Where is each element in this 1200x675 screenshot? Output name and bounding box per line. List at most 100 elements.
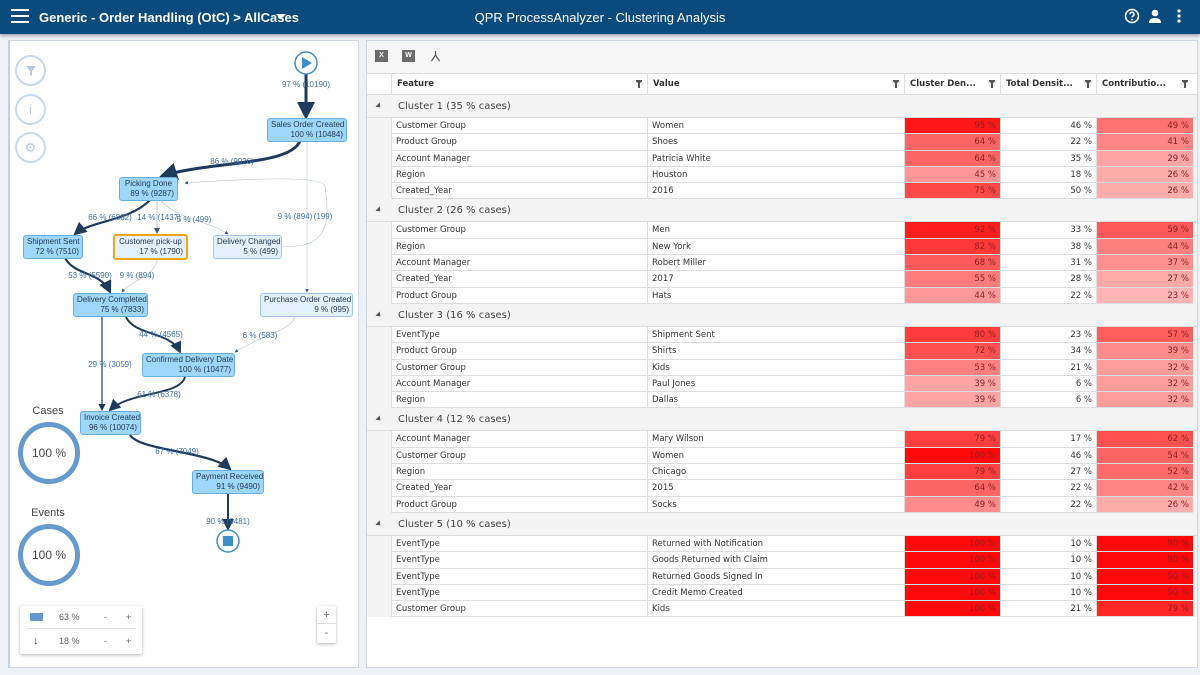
table-row[interactable]: Account Manager Mary Wilson 79 % 17 % 62 % [367, 431, 1197, 448]
filter-icon[interactable] [636, 80, 642, 88]
table-row[interactable]: EventType Credit Memo Created 100 % 10 % 90 … [367, 584, 1197, 602]
table-row[interactable]: Account Manager Robert Miller 68 % 31 % 37 % [367, 255, 1197, 272]
collapse-icon[interactable] [375, 415, 383, 423]
menu-icon[interactable] [11, 9, 29, 23]
table-row[interactable]: Created_Year 2017 55 % 28 % 27 % [367, 271, 1197, 288]
activity-name: Confirmed Delivery Date [146, 355, 234, 364]
excel-export-icon[interactable]: X [375, 50, 388, 62]
filter-icon[interactable] [1085, 80, 1091, 88]
table-row[interactable]: Customer Group Kids 100 % 21 % 79 % [367, 601, 1197, 618]
table-row[interactable]: Product Group Hats 44 % 22 % 23 % [367, 287, 1197, 304]
contribution-cell: 52 % [1096, 464, 1193, 481]
table-row[interactable]: Region Houston 45 % 18 % 26 % [367, 166, 1197, 184]
feature-cell: Customer Group [391, 359, 647, 376]
total-density-cell: 10 % [1000, 552, 1096, 569]
column-header[interactable]: Total Densit... [1000, 74, 1096, 95]
table-row[interactable]: Customer Group Men 92 % 33 % 59 % [367, 222, 1197, 239]
zoom-out-button[interactable]: - [317, 624, 336, 642]
value-cell: Kids [647, 601, 904, 618]
cluster-group-row[interactable]: Cluster 3 (16 % cases) [367, 303, 1197, 327]
activity-plus-button[interactable]: + [126, 606, 131, 629]
column-header[interactable]: Feature [391, 74, 647, 95]
cluster-group-row[interactable]: Cluster 5 (10 % cases) [367, 512, 1197, 536]
collapse-icon[interactable] [375, 520, 383, 528]
table-row[interactable]: Customer Group Women 95 % 46 % 49 % [367, 118, 1197, 135]
table-row[interactable]: Product Group Socks 49 % 22 % 26 % [367, 496, 1197, 513]
filter-icon[interactable] [893, 80, 899, 88]
total-density-cell: 10 % [1000, 568, 1096, 585]
activity-node[interactable]: Invoice Created 96 % (10074) [80, 411, 141, 435]
column-header[interactable]: Cluster Den... [904, 74, 1000, 95]
filter-icon[interactable] [15, 55, 46, 86]
table-row[interactable]: Account Manager Paul Jones 39 % 6 % 32 % [367, 375, 1197, 393]
cluster-density-cell: 95 % [904, 118, 1000, 135]
activity-node[interactable]: Confirmed Delivery Date 100 % (10477) [142, 353, 235, 377]
feature-cell: Created_Year [391, 183, 647, 200]
table-row[interactable]: Product Group Shoes 64 % 22 % 41 % [367, 134, 1197, 151]
pdf-export-icon[interactable] [429, 50, 442, 62]
table-row[interactable]: Region Chicago 79 % 27 % 52 % [367, 464, 1197, 481]
cluster-label: Cluster 5 (10 % cases) [398, 518, 511, 530]
feature-cell: Customer Group [391, 222, 647, 239]
flow-arrow-icon: ↓ [33, 635, 39, 647]
table-row[interactable]: Created_Year 2016 75 % 50 % 26 % [367, 183, 1197, 200]
more-vertical-icon[interactable] [1171, 8, 1187, 24]
help-icon[interactable] [1124, 8, 1140, 24]
word-export-icon[interactable]: W [402, 50, 415, 62]
flow-plus-button[interactable]: + [126, 630, 131, 653]
activity-name: Delivery Completed [77, 295, 147, 304]
contribution-cell: 26 % [1096, 183, 1193, 200]
info-icon[interactable]: i [15, 94, 46, 125]
activity-node[interactable]: Shipment Sent 72 % (7510) [23, 235, 83, 259]
activity-node[interactable]: Delivery Completed 75 % (7833) [73, 293, 148, 317]
activity-node[interactable]: Purchase Order Created 9 % (995) [260, 293, 353, 317]
cluster-density-cell: 39 % [904, 392, 1000, 409]
cluster-label: Cluster 3 (16 % cases) [398, 309, 511, 321]
filter-icon[interactable] [989, 80, 995, 88]
collapse-icon[interactable] [375, 311, 383, 319]
zoom-in-button[interactable]: + [317, 606, 336, 624]
table-row[interactable]: EventType Returned with Notification 100 %… [367, 535, 1197, 553]
table-row[interactable]: Region New York 82 % 38 % 44 % [367, 238, 1197, 256]
cluster-density-cell: 53 % [904, 359, 1000, 376]
cluster-group-row[interactable]: Cluster 2 (26 % cases) [367, 199, 1197, 223]
chevron-down-icon[interactable] [276, 14, 286, 19]
table-row[interactable]: Product Group Shirts 72 % 34 % 39 % [367, 343, 1197, 360]
activity-node[interactable]: Picking Done 89 % (9287) [119, 177, 178, 201]
activity-minus-button[interactable]: - [104, 606, 107, 629]
contribution-cell: 37 % [1096, 255, 1193, 272]
value-cell: Women [647, 118, 904, 135]
flow-minus-button[interactable]: - [104, 630, 107, 653]
table-row[interactable]: Region Dallas 39 % 6 % 32 % [367, 392, 1197, 409]
table-row[interactable]: EventType Goods Returned with Claim 100 % 1… [367, 552, 1197, 569]
table-row[interactable]: Created_Year 2015 64 % 22 % 42 % [367, 480, 1197, 497]
feature-cell: Product Group [391, 496, 647, 513]
settings-gear-icon[interactable]: ⚙ [15, 132, 46, 163]
user-icon[interactable] [1147, 8, 1163, 24]
cluster-group-row[interactable]: Cluster 4 (12 % cases) [367, 408, 1197, 432]
collapse-icon[interactable] [375, 206, 383, 215]
table-row[interactable]: EventType Shipment Sent 80 % 23 % 57 % [367, 326, 1197, 344]
collapse-icon[interactable] [375, 102, 383, 110]
activity-name: Payment Received [196, 472, 264, 481]
table-row[interactable]: Account Manager Patricia White 64 % 35 % 29 … [367, 150, 1197, 167]
cluster-label: Cluster 2 (26 % cases) [398, 205, 511, 217]
breadcrumb[interactable]: Generic - Order Handling (OtC) > AllCase… [39, 10, 299, 25]
activity-node[interactable]: Delivery Changed 5 % (499) [213, 235, 282, 259]
filter-icon[interactable] [1182, 80, 1188, 88]
activity-node[interactable]: Customer pick-up 17 % (1790) [113, 234, 188, 260]
activity-box-icon [30, 613, 43, 621]
table-row[interactable]: Customer Group Kids 53 % 21 % 32 % [367, 359, 1197, 376]
feature-cell: Product Group [391, 287, 647, 304]
activity-node[interactable]: Sales Order Created 100 % (10484) [267, 118, 347, 142]
edge-label: 53 % (5590) [68, 271, 112, 280]
table-row[interactable]: EventType Returned Goods Signed In 100 % 10… [367, 568, 1197, 585]
activity-node[interactable]: Payment Received 91 % (9490) [192, 470, 264, 494]
total-density-cell: 23 % [1000, 326, 1096, 344]
cluster-density-cell: 100 % [904, 447, 1000, 465]
table-row[interactable]: Customer Group Women 100 % 46 % 54 % [367, 447, 1197, 465]
column-header[interactable]: Contributio... [1096, 74, 1193, 95]
activity-stats: 96 % (10074) [88, 423, 137, 432]
cluster-group-row[interactable]: Cluster 1 (35 % cases) [367, 95, 1197, 118]
column-header[interactable]: Value [647, 74, 904, 95]
